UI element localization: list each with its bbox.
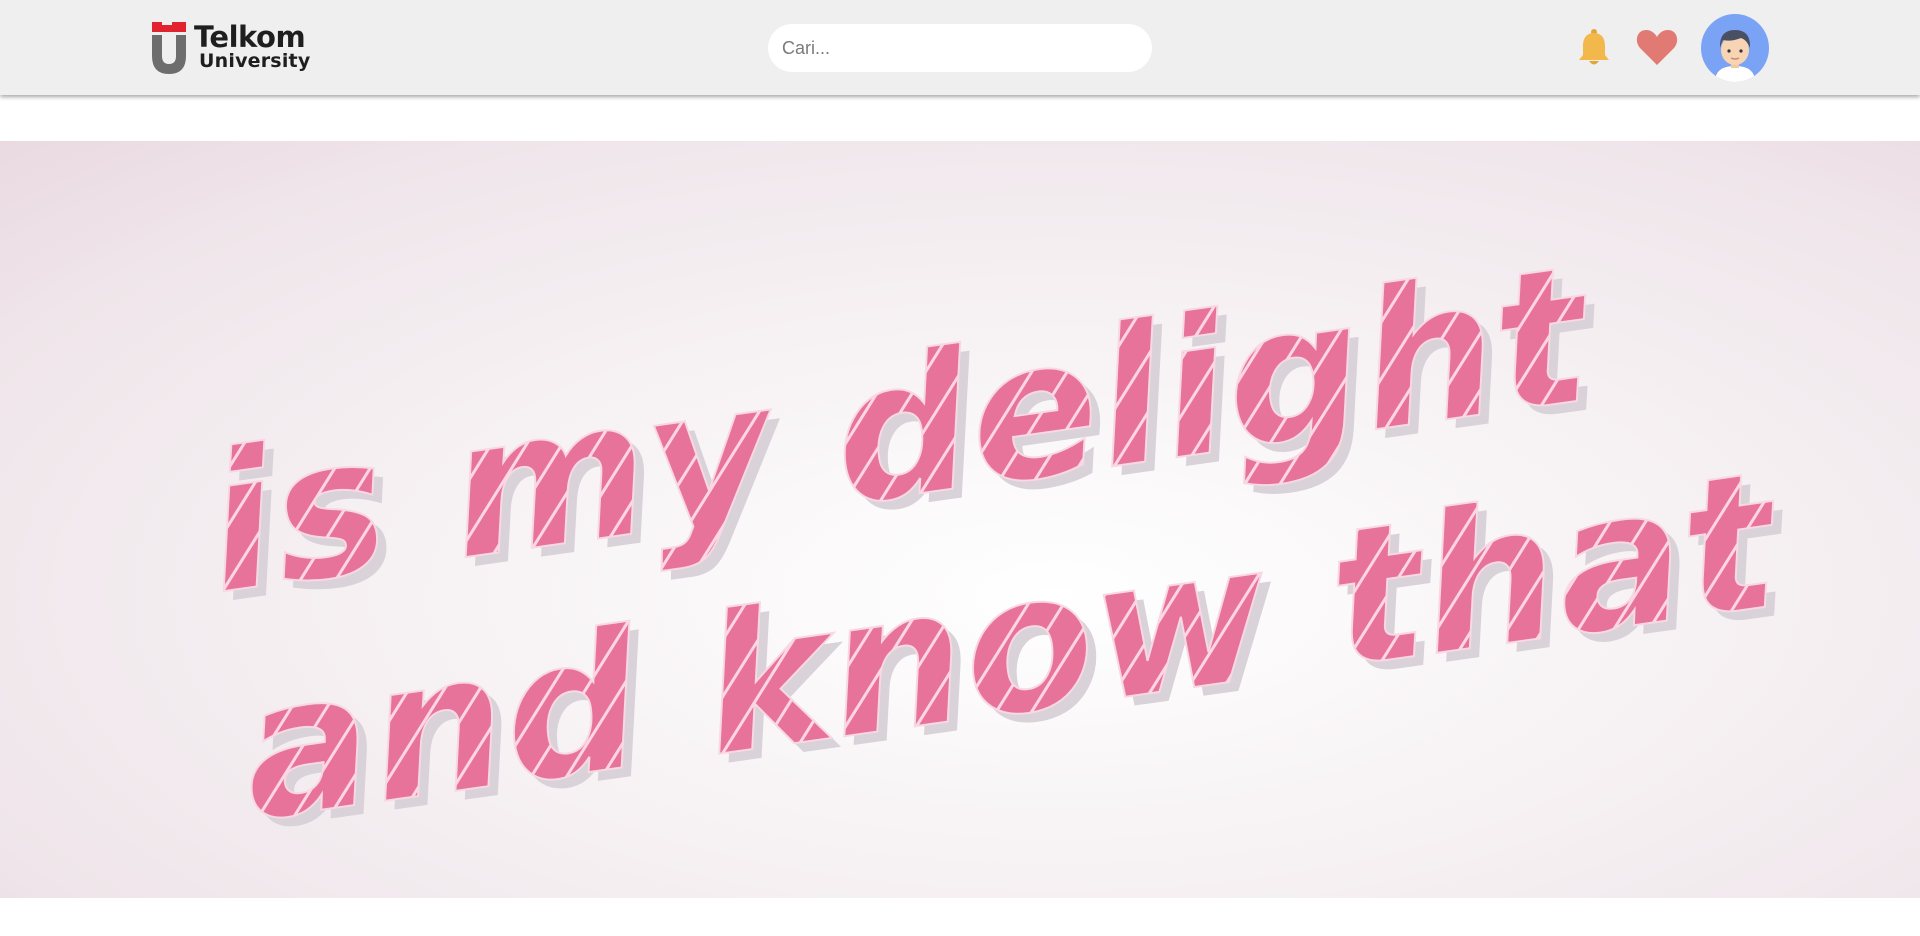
- top-navbar: Telkom University: [0, 0, 1920, 95]
- profile-avatar-button[interactable]: [1701, 14, 1769, 82]
- notifications-button[interactable]: [1576, 28, 1612, 68]
- telkom-university-logo-icon: [152, 22, 186, 74]
- hero-artwork: is my delight is my delight and know tha…: [192, 222, 1803, 872]
- search-input[interactable]: [768, 24, 1152, 72]
- bell-icon: [1579, 29, 1609, 65]
- logo-wordmark-university: University: [199, 50, 311, 72]
- telkom-university-logo[interactable]: Telkom University: [150, 20, 310, 76]
- hero-banner: is my delight is my delight and know tha…: [0, 141, 1920, 898]
- avatar-icon: [1715, 30, 1755, 82]
- logo-wordmark-telkom: Telkom: [194, 20, 306, 54]
- favorites-button[interactable]: [1636, 28, 1678, 66]
- heart-icon: [1636, 30, 1678, 65]
